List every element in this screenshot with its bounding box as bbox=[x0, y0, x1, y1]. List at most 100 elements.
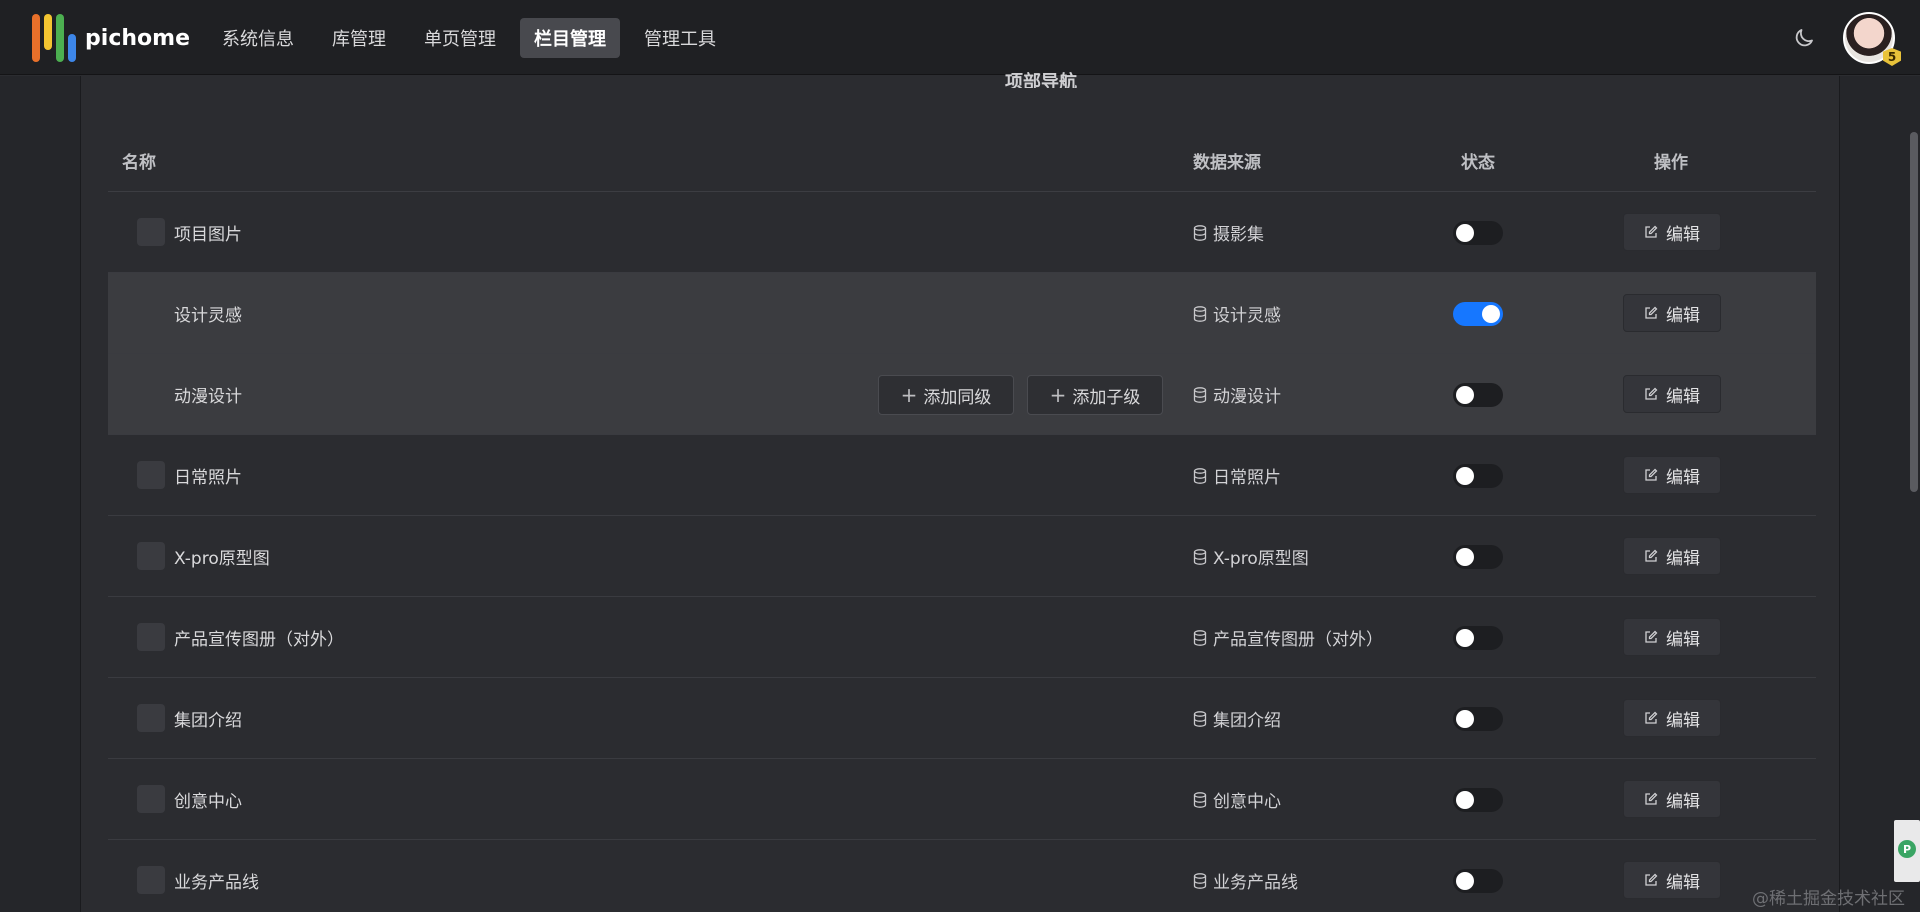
table-row[interactable]: 设计灵感 设计灵感 编辑 bbox=[108, 273, 1816, 354]
row-drag-handle[interactable] bbox=[137, 542, 165, 570]
status-toggle[interactable] bbox=[1453, 302, 1503, 326]
table-row[interactable]: 产品宣传图册（对外） 产品宣传图册（对外） 编辑 bbox=[108, 597, 1816, 678]
edit-button-label: 编辑 bbox=[1666, 791, 1700, 812]
edit-button[interactable]: 编辑 bbox=[1623, 294, 1721, 332]
table-header: 名称 数据来源 状态 操作 bbox=[108, 126, 1816, 192]
add-sibling-button[interactable]: + 添加同级 bbox=[878, 375, 1014, 415]
panel-title: 项部导航 bbox=[1005, 72, 1077, 88]
edit-button-label: 编辑 bbox=[1666, 386, 1700, 407]
row-source: 动漫设计 bbox=[1193, 382, 1281, 407]
row-source: 创意中心 bbox=[1193, 787, 1281, 812]
plus-icon: + bbox=[1049, 383, 1067, 407]
row-source: 产品宣传图册（对外） bbox=[1193, 625, 1383, 650]
edit-button[interactable]: 编辑 bbox=[1623, 456, 1721, 494]
main-nav: 系统信息 库管理 单页管理 栏目管理 管理工具 bbox=[208, 18, 740, 58]
table-row[interactable]: 创意中心 创意中心 编辑 bbox=[108, 759, 1816, 840]
add-child-button[interactable]: + 添加子级 bbox=[1027, 375, 1163, 415]
edit-icon bbox=[1645, 306, 1658, 319]
header-source: 数据来源 bbox=[1193, 153, 1261, 173]
left-gutter bbox=[0, 76, 80, 912]
edit-icon bbox=[1645, 873, 1658, 886]
edit-button[interactable]: 编辑 bbox=[1623, 537, 1721, 575]
edit-button-label: 编辑 bbox=[1666, 710, 1700, 731]
status-toggle[interactable] bbox=[1453, 626, 1503, 650]
edit-icon bbox=[1645, 468, 1658, 481]
top-bar: pichome 系统信息 库管理 单页管理 栏目管理 管理工具 5 bbox=[0, 0, 1920, 75]
row-source-label: 动漫设计 bbox=[1213, 387, 1281, 407]
edit-button[interactable]: 编辑 bbox=[1623, 618, 1721, 656]
status-toggle[interactable] bbox=[1453, 869, 1503, 893]
table-row[interactable]: 动漫设计 + 添加同级 + 添加子级 动漫设计 编辑 bbox=[108, 354, 1816, 435]
status-toggle[interactable] bbox=[1453, 464, 1503, 488]
row-source: 日常照片 bbox=[1193, 463, 1281, 488]
row-drag-handle[interactable] bbox=[137, 461, 165, 489]
plus-icon: + bbox=[900, 383, 918, 407]
user-level-badge: 5 bbox=[1883, 48, 1901, 66]
logo-mark-icon bbox=[30, 14, 76, 62]
table-row[interactable]: X-pro原型图 X-pro原型图 编辑 bbox=[108, 516, 1816, 597]
header-status: 状态 bbox=[1461, 153, 1495, 173]
table-row[interactable]: 集团介绍 集团介绍 编辑 bbox=[108, 678, 1816, 759]
status-toggle[interactable] bbox=[1453, 545, 1503, 569]
database-icon bbox=[1193, 710, 1207, 727]
row-source-label: X-pro原型图 bbox=[1213, 549, 1309, 569]
edit-button[interactable]: 编辑 bbox=[1623, 699, 1721, 737]
row-source: 业务产品线 bbox=[1193, 868, 1298, 893]
edit-button-label: 编辑 bbox=[1666, 629, 1700, 650]
status-toggle[interactable] bbox=[1453, 788, 1503, 812]
row-name: 动漫设计 bbox=[174, 387, 242, 407]
page-scrollbar[interactable] bbox=[1910, 132, 1918, 492]
row-source-label: 业务产品线 bbox=[1213, 873, 1298, 893]
edit-icon bbox=[1645, 630, 1658, 643]
database-icon bbox=[1193, 386, 1207, 403]
database-icon bbox=[1193, 791, 1207, 808]
row-name: 创意中心 bbox=[174, 792, 242, 812]
edit-button[interactable]: 编辑 bbox=[1623, 780, 1721, 818]
nav-item-system-info[interactable]: 系统信息 bbox=[208, 18, 308, 58]
floating-helper-widget[interactable]: P bbox=[1894, 820, 1920, 882]
database-icon bbox=[1193, 872, 1207, 889]
row-source: 摄影集 bbox=[1193, 220, 1264, 245]
row-drag-handle[interactable] bbox=[137, 623, 165, 651]
row-source-label: 摄影集 bbox=[1213, 225, 1264, 245]
add-child-label: 添加子级 bbox=[1072, 387, 1141, 408]
moon-icon[interactable] bbox=[1792, 26, 1816, 50]
watermark: @稀土掘金技术社区 bbox=[1752, 889, 1905, 909]
brand-logo[interactable]: pichome bbox=[30, 14, 190, 62]
edit-button[interactable]: 编辑 bbox=[1623, 213, 1721, 251]
column-management-panel: 项部导航 名称 数据来源 状态 操作 项目图片 摄影集 编辑 设计灵感 设计灵感… bbox=[80, 72, 1840, 912]
row-name: 业务产品线 bbox=[174, 873, 259, 893]
edit-button-label: 编辑 bbox=[1666, 467, 1700, 488]
edit-button-label: 编辑 bbox=[1666, 548, 1700, 569]
table-row[interactable]: 项目图片 摄影集 编辑 bbox=[108, 192, 1816, 273]
brand-name: pichome bbox=[85, 25, 190, 51]
edit-button[interactable]: 编辑 bbox=[1623, 375, 1721, 413]
nav-item-columns[interactable]: 栏目管理 bbox=[520, 18, 620, 58]
row-source: X-pro原型图 bbox=[1193, 544, 1309, 569]
table-row[interactable]: 业务产品线 业务产品线 编辑 bbox=[108, 840, 1816, 912]
table-row[interactable]: 日常照片 日常照片 编辑 bbox=[108, 435, 1816, 516]
header-name: 名称 bbox=[122, 153, 156, 173]
edit-icon bbox=[1645, 792, 1658, 805]
row-source-label: 产品宣传图册（对外） bbox=[1213, 630, 1383, 650]
row-name: X-pro原型图 bbox=[174, 549, 270, 569]
row-drag-handle[interactable] bbox=[137, 785, 165, 813]
status-toggle[interactable] bbox=[1453, 221, 1503, 245]
row-source-label: 设计灵感 bbox=[1213, 306, 1281, 326]
edit-button-label: 编辑 bbox=[1666, 224, 1700, 245]
database-icon bbox=[1193, 548, 1207, 565]
row-drag-handle[interactable] bbox=[137, 704, 165, 732]
header-actions: 操作 bbox=[1654, 153, 1688, 173]
row-name: 产品宣传图册（对外） bbox=[174, 630, 344, 650]
status-toggle[interactable] bbox=[1453, 707, 1503, 731]
nav-item-library[interactable]: 库管理 bbox=[318, 18, 400, 58]
row-drag-handle[interactable] bbox=[137, 218, 165, 246]
edit-button[interactable]: 编辑 bbox=[1623, 861, 1721, 899]
nav-item-tools[interactable]: 管理工具 bbox=[630, 18, 730, 58]
row-drag-handle[interactable] bbox=[137, 866, 165, 894]
row-source-label: 集团介绍 bbox=[1213, 711, 1281, 731]
status-toggle[interactable] bbox=[1453, 383, 1503, 407]
edit-icon bbox=[1645, 225, 1658, 238]
nav-item-pages[interactable]: 单页管理 bbox=[410, 18, 510, 58]
database-icon bbox=[1193, 629, 1207, 646]
